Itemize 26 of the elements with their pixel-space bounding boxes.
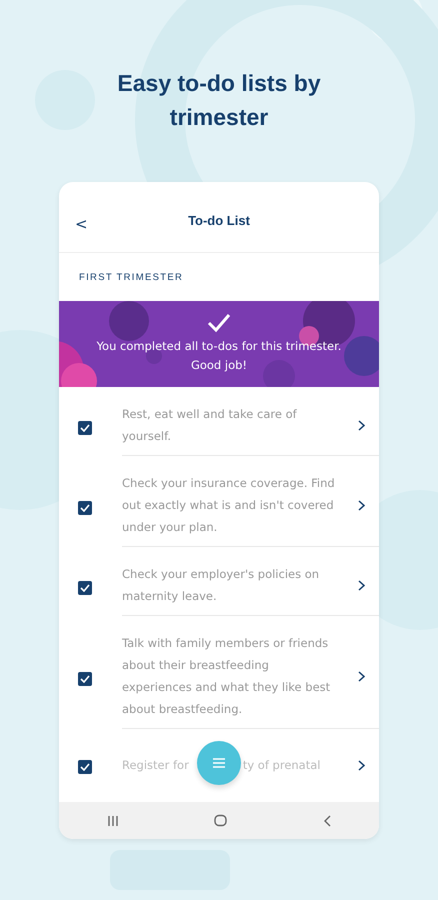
home-icon[interactable] — [214, 814, 228, 827]
checkbox[interactable] — [78, 580, 92, 594]
todo-text: Check your employer's policies on maternity leave. — [122, 566, 320, 605]
todo-text: Rest, eat well and take care of yourself. — [122, 406, 298, 445]
back-icon[interactable] — [323, 814, 332, 826]
chevron-right-icon[interactable] — [358, 760, 364, 770]
chevron-right-icon[interactable] — [358, 670, 364, 682]
checkbox[interactable] — [78, 420, 92, 434]
headline: Easy to-do lists by trimester — [116, 69, 322, 132]
section-label: FIRST TRIMESTER — [79, 272, 184, 282]
todo-text: ty of prenatal — [242, 757, 320, 774]
checkbox[interactable] — [78, 500, 92, 514]
checkbox[interactable] — [78, 760, 92, 774]
todo-text: Register for — [122, 757, 189, 774]
checkbox[interactable] — [78, 672, 92, 686]
todo-text: Check your insurance coverage. Find out exactly what is and isn't covered under your plan. — [122, 475, 336, 536]
todo-text: Talk with family members or friends about their breastfeeding experiences and what they like best about breastfeeding. — [122, 635, 332, 718]
back-button[interactable]: < — [75, 216, 88, 232]
chevron-right-icon[interactable] — [358, 580, 364, 590]
chevron-right-icon[interactable] — [358, 420, 364, 430]
chevron-right-icon[interactable] — [358, 500, 364, 510]
recent-apps-icon[interactable] — [106, 814, 119, 826]
checkmark-icon — [207, 313, 231, 333]
menu-icon — [212, 758, 226, 768]
screen-title: To-do List — [188, 212, 250, 228]
banner-message: You completed all to-dos for this trimester. Good job! — [96, 338, 342, 374]
